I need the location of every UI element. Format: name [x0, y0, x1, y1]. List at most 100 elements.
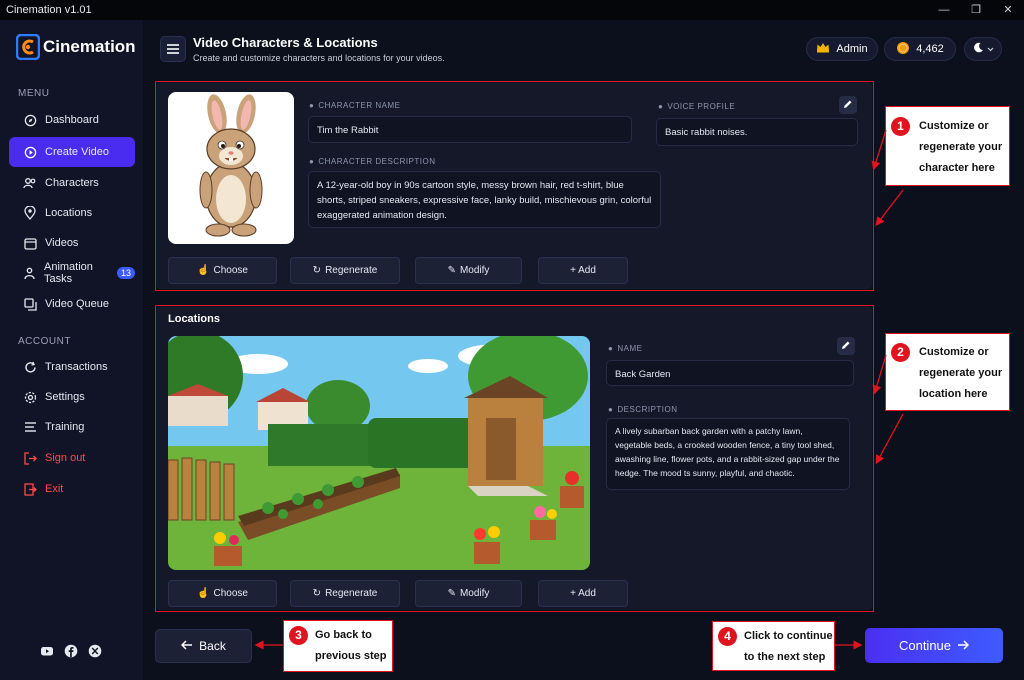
- theme-toggle[interactable]: [964, 37, 1002, 61]
- gear-icon: [23, 390, 37, 404]
- callout-line: regenerate your: [919, 141, 1003, 153]
- location-description-label-row: ● DESCRIPTION: [608, 405, 678, 414]
- pencil-icon: [841, 337, 851, 355]
- add-location-button[interactable]: + Add: [538, 580, 628, 607]
- brand: Cinemation: [15, 33, 136, 61]
- button-label: Modify: [459, 265, 490, 276]
- sidebar-item-video-queue[interactable]: Video Queue: [9, 289, 135, 319]
- edit-square-icon: ✎: [447, 588, 456, 599]
- moon-icon: [973, 42, 984, 56]
- add-character-button[interactable]: + Add: [538, 257, 628, 284]
- regenerate-character-button[interactable]: ↻ Regenerate: [290, 257, 400, 284]
- location-description-label: DESCRIPTION: [617, 405, 678, 414]
- menu-section-label: MENU: [18, 88, 50, 99]
- sidebar-item-characters[interactable]: Characters: [9, 168, 135, 198]
- user-pill[interactable]: Admin: [806, 37, 878, 61]
- pin-icon: ●: [608, 344, 614, 353]
- edit-square-icon: ✎: [447, 265, 456, 276]
- credits-pill[interactable]: 4,462: [884, 37, 956, 61]
- compass-icon: [23, 113, 37, 127]
- locations-section-title: Locations: [168, 313, 220, 325]
- modify-character-button[interactable]: ✎ Modify: [415, 257, 522, 284]
- sidebar-item-create-video[interactable]: Create Video: [9, 137, 135, 167]
- callout-line: location here: [919, 388, 988, 400]
- sidebar-item-sign-out[interactable]: Sign out: [9, 443, 135, 473]
- sidebar-item-label: Exit: [45, 483, 64, 495]
- social-links: [40, 644, 102, 658]
- edit-character-button[interactable]: [839, 96, 857, 114]
- location-name-field[interactable]: Back Garden: [606, 360, 854, 386]
- refresh-icon: [23, 360, 37, 374]
- button-label: + Add: [570, 588, 596, 599]
- character-name-label: CHARACTER NAME: [318, 101, 401, 110]
- callout-number: 2: [891, 343, 910, 362]
- regenerate-location-button[interactable]: ↻ Regenerate: [290, 580, 400, 607]
- character-name-label-row: ● CHARACTER NAME: [309, 101, 400, 110]
- location-name-label: NAME: [617, 344, 643, 353]
- sidebar: Cinemation MENU Dashboard Create Video C…: [0, 20, 143, 680]
- location-description-field[interactable]: A lively subarban back garden with a pat…: [606, 418, 850, 490]
- sidebar-item-exit[interactable]: Exit: [9, 474, 135, 504]
- refresh-icon: ↻: [312, 588, 322, 599]
- character-description-field[interactable]: A 12-year-old boy in 90s cartoon style, …: [308, 171, 661, 228]
- minimize-icon[interactable]: —: [928, 0, 960, 20]
- sidebar-item-locations[interactable]: Locations: [9, 198, 135, 228]
- brand-name: Cinemation: [43, 37, 136, 56]
- crown-icon: [816, 42, 830, 56]
- voice-profile-label: VOICE PROFILE: [667, 102, 736, 111]
- callout-line: Go back to: [315, 629, 372, 641]
- youtube-icon[interactable]: [40, 644, 54, 658]
- callout-line: Click to continue: [744, 630, 833, 642]
- pencil-icon: [843, 96, 853, 114]
- character-name-field[interactable]: Tim the Rabbit: [308, 116, 632, 143]
- button-label: Regenerate: [325, 265, 378, 276]
- edit-location-button[interactable]: [837, 337, 855, 355]
- maximize-icon[interactable]: ❐: [960, 0, 992, 20]
- sidebar-item-dashboard[interactable]: Dashboard: [9, 105, 135, 135]
- pin-icon: ●: [309, 101, 315, 110]
- tasks-count-badge: 13: [116, 267, 135, 279]
- callout-text: Click to continue to the next step: [744, 626, 833, 668]
- sidebar-item-transactions[interactable]: Transactions: [9, 352, 135, 382]
- button-label: + Add: [570, 265, 596, 276]
- choose-location-button[interactable]: ☝ Choose: [168, 580, 277, 607]
- hand-pointer-icon: ☝: [197, 265, 210, 276]
- callout-number: 3: [289, 626, 308, 645]
- title-bar: Cinemation v1.01 — ❐ ✕: [0, 0, 1024, 20]
- modify-location-button[interactable]: ✎ Modify: [415, 580, 522, 607]
- voice-profile-field[interactable]: Basic rabbit noises.: [656, 118, 858, 146]
- sidebar-item-settings[interactable]: Settings: [9, 382, 135, 412]
- character-description-label: CHARACTER DESCRIPTION: [318, 157, 436, 166]
- sidebar-item-label: Characters: [45, 177, 99, 189]
- callout-text: Customize or regenerate your location he…: [919, 342, 1002, 405]
- cinemation-logo-icon: [15, 33, 41, 61]
- sidebar-item-videos[interactable]: Videos: [9, 228, 135, 258]
- button-label: Choose: [213, 265, 248, 276]
- sidebar-item-label: Locations: [45, 207, 93, 219]
- character-image[interactable]: [168, 92, 294, 244]
- hand-pointer-icon: ☝: [197, 588, 210, 599]
- sidebar-item-label: Video Queue: [45, 298, 110, 310]
- sidebar-item-label: Training: [45, 421, 85, 433]
- back-button[interactable]: Back: [155, 629, 252, 663]
- facebook-icon[interactable]: [64, 644, 78, 658]
- play-icon: [23, 145, 37, 159]
- x-twitter-icon[interactable]: [88, 644, 102, 658]
- location-image[interactable]: [168, 336, 590, 570]
- continue-button[interactable]: Continue: [865, 628, 1003, 663]
- users-icon: [23, 176, 37, 190]
- page-title: Video Characters & Locations: [193, 35, 378, 50]
- sidebar-item-training[interactable]: Training: [9, 412, 135, 442]
- choose-character-button[interactable]: ☝ Choose: [168, 257, 277, 284]
- window-title: Cinemation v1.01: [6, 4, 92, 16]
- callout-line: character here: [919, 162, 995, 174]
- button-label: Modify: [459, 588, 490, 599]
- callout-character: 1 Customize or regenerate your character…: [885, 106, 1010, 186]
- callout-text: Customize or regenerate your character h…: [919, 116, 1002, 179]
- window-controls: — ❐ ✕: [928, 0, 1024, 20]
- sidebar-item-animation-tasks[interactable]: Animation Tasks 13: [9, 258, 135, 288]
- close-icon[interactable]: ✕: [992, 0, 1024, 20]
- coin-icon: [896, 41, 910, 58]
- callout-line: Customize or: [919, 346, 989, 358]
- voice-profile-label-row: ● VOICE PROFILE: [658, 102, 735, 111]
